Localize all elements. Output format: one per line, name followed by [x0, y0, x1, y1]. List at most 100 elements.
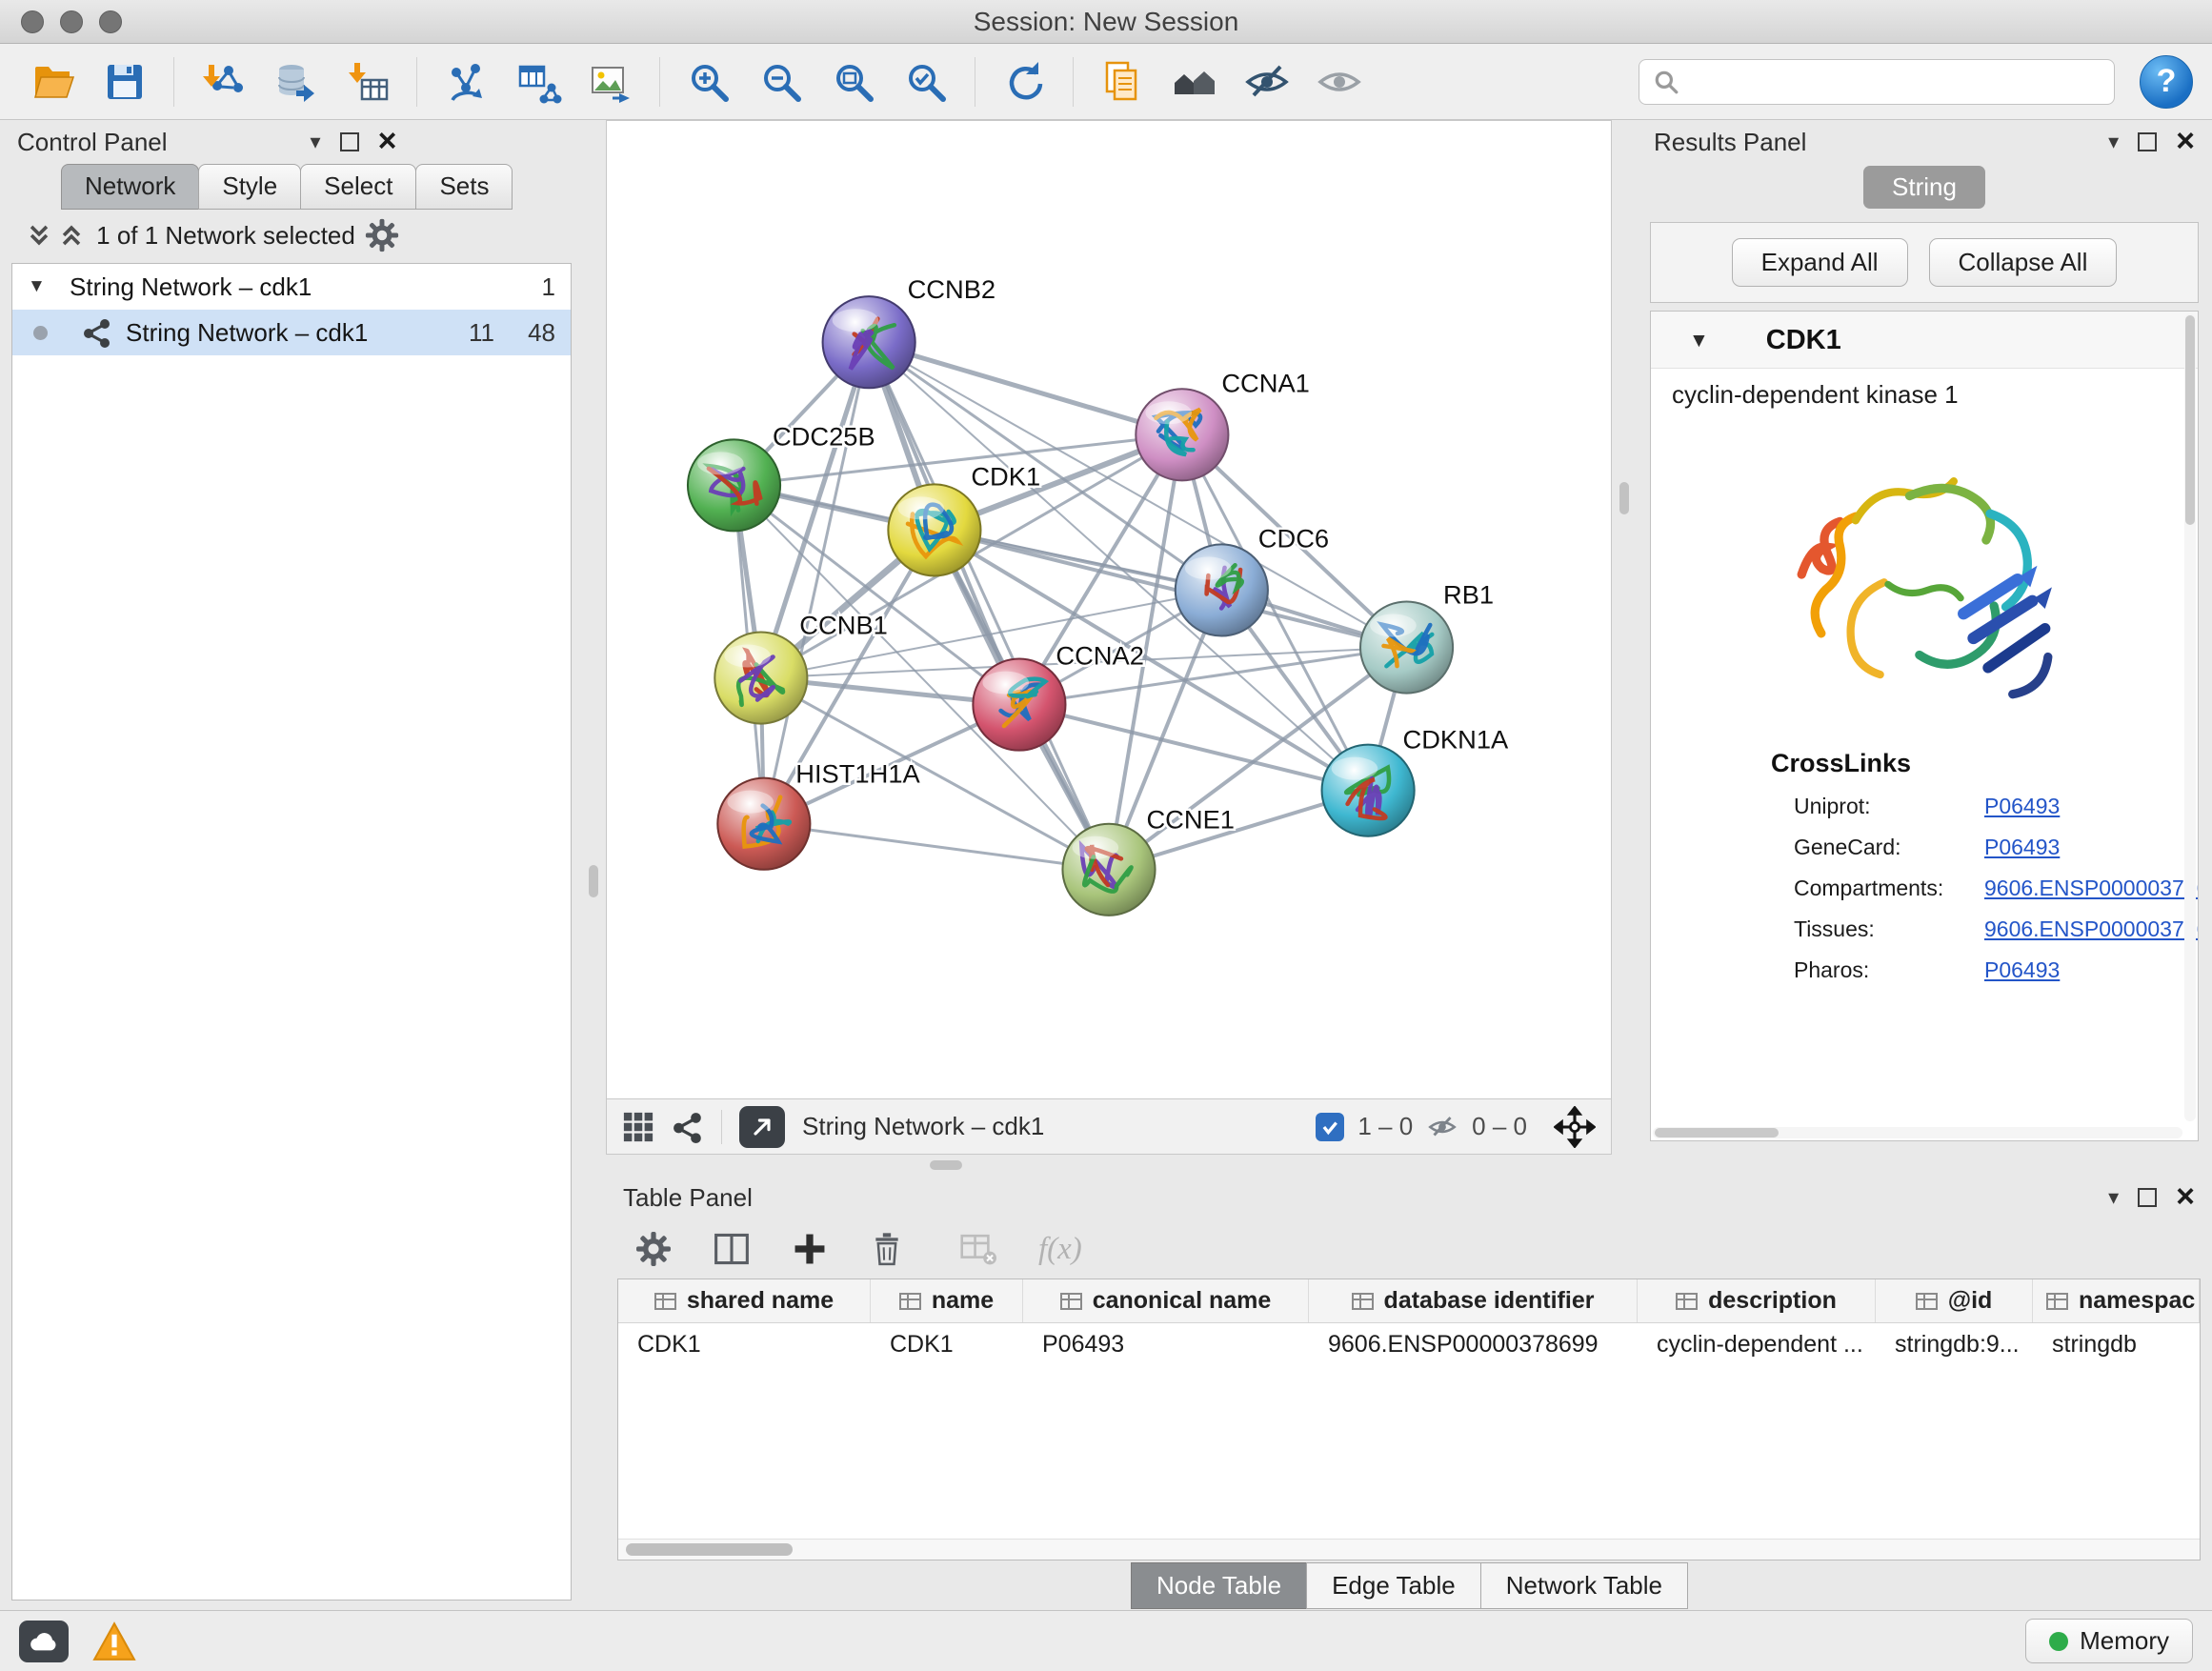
entry-expander-icon[interactable]: ▼	[1689, 330, 1709, 352]
results-horizontal-scrollbar[interactable]	[1653, 1127, 2182, 1138]
apply-layout-button[interactable]	[991, 51, 1057, 112]
tab-node-table[interactable]: Node Table	[1131, 1562, 1307, 1609]
detach-view-button[interactable]	[739, 1106, 785, 1148]
zoom-selected-button[interactable]	[893, 51, 959, 112]
cell-name[interactable]: CDK1	[871, 1331, 1023, 1359]
float-panel-icon[interactable]	[340, 132, 359, 151]
network-node-CDK1[interactable]: CDK1	[888, 462, 1040, 576]
cell-namespac[interactable]: stringdb	[2033, 1331, 2200, 1359]
cell-shared-name[interactable]: CDK1	[618, 1331, 871, 1359]
cell-database-identifier[interactable]: 9606.ENSP00000378699	[1309, 1331, 1638, 1359]
network-canvas-svg[interactable]: CCNB2CCNA1CDC25BCDK1CDC6RB1CCNB1CCNA2CDK…	[607, 121, 1611, 1098]
network-view-icon[interactable]	[672, 1111, 704, 1143]
table-row[interactable]: CDK1CDK1P064939606.ENSP00000378699cyclin…	[618, 1323, 2200, 1365]
panel-menu-icon[interactable]: ▾	[311, 131, 321, 152]
close-panel-icon[interactable]: ×	[378, 129, 397, 154]
network-row[interactable]: String Network – cdk1 11 48	[12, 310, 571, 355]
import-network-from-file-button[interactable]	[190, 51, 256, 112]
float-panel-icon[interactable]	[2138, 1188, 2157, 1207]
network-from-table-button[interactable]	[505, 51, 572, 112]
network-node-HIST1H1A[interactable]: HIST1H1A	[717, 759, 920, 870]
new-network-button[interactable]	[432, 51, 499, 112]
scrollbar-thumb[interactable]	[626, 1543, 793, 1556]
import-network-from-database-button[interactable]	[262, 51, 329, 112]
crosslink-link[interactable]: 9606.ENSP00000378699	[1984, 876, 2198, 901]
column-header-name[interactable]: name	[871, 1279, 1023, 1322]
node-details-header[interactable]: ▼ CDK1	[1651, 312, 2198, 369]
panel-menu-icon[interactable]: ▾	[2108, 131, 2119, 152]
horizontal-splitter[interactable]	[606, 1155, 2212, 1176]
save-session-button[interactable]	[91, 51, 158, 112]
minimize-window-button[interactable]	[60, 10, 83, 33]
edge-CCNB2-HIST1H1A[interactable]	[764, 342, 869, 823]
help-button[interactable]: ?	[2140, 55, 2193, 109]
tab-style[interactable]: Style	[198, 164, 301, 210]
zoom-in-button[interactable]	[675, 51, 742, 112]
collapse-all-button[interactable]: Collapse All	[1929, 238, 2118, 287]
table-settings-button[interactable]	[634, 1230, 673, 1268]
open-session-button[interactable]	[19, 51, 86, 112]
crosslink-link[interactable]: P06493	[1984, 835, 2060, 860]
panel-menu-icon[interactable]: ▾	[2108, 1187, 2119, 1208]
hidden-eye-slash-icon[interactable]	[1426, 1111, 1458, 1143]
close-panel-icon[interactable]: ×	[2176, 1184, 2195, 1210]
column-header-description[interactable]: description	[1638, 1279, 1876, 1322]
splitter-handle[interactable]	[1619, 482, 1629, 514]
network-node-CDKN1A[interactable]: CDKN1A	[1322, 725, 1510, 836]
create-column-button[interactable]	[791, 1230, 829, 1268]
column-header-database-identifier[interactable]: database identifier	[1309, 1279, 1638, 1322]
close-window-button[interactable]	[21, 10, 44, 33]
tab-network-table[interactable]: Network Table	[1480, 1562, 1688, 1609]
import-table-button[interactable]	[334, 51, 401, 112]
zoom-window-button[interactable]	[99, 10, 122, 33]
cloud-status-button[interactable]	[19, 1621, 69, 1662]
results-vertical-scrollbar[interactable]	[2184, 313, 2196, 1121]
edge-HIST1H1A-CCNE1[interactable]	[764, 824, 1109, 870]
close-panel-icon[interactable]: ×	[2176, 129, 2195, 154]
tab-network[interactable]: Network	[61, 164, 199, 210]
hide-annotations-button[interactable]	[1234, 51, 1300, 112]
scrollbar-thumb[interactable]	[2185, 315, 2195, 525]
network-node-CCNA1[interactable]: CCNA1	[1136, 368, 1310, 480]
cell-description[interactable]: cyclin-dependent ...	[1638, 1331, 1876, 1359]
tab-string[interactable]: String	[1863, 166, 1985, 209]
float-panel-icon[interactable]	[2138, 132, 2157, 151]
grid-view-icon[interactable]	[622, 1111, 654, 1143]
crosshair-icon[interactable]	[1554, 1106, 1596, 1148]
left-splitter[interactable]	[581, 120, 606, 1610]
export-image-button[interactable]	[577, 51, 644, 112]
memory-button[interactable]: Memory	[2025, 1619, 2193, 1663]
collapse-all-icon[interactable]	[23, 219, 55, 252]
crosslink-link[interactable]: P06493	[1984, 957, 2060, 983]
tab-edge-table[interactable]: Edge Table	[1306, 1562, 1481, 1609]
warning-icon[interactable]	[91, 1621, 137, 1662]
crosslink-link[interactable]: P06493	[1984, 794, 2060, 819]
edge-CCNB2-CCNE1[interactable]	[869, 342, 1109, 870]
search-input[interactable]	[1689, 68, 2101, 95]
table-horizontal-scrollbar[interactable]	[618, 1539, 2200, 1560]
network-node-CDC6[interactable]: CDC6	[1176, 524, 1329, 636]
delete-column-button[interactable]	[869, 1230, 905, 1268]
network-canvas[interactable]: CCNB2CCNA1CDC25BCDK1CDC6RB1CCNB1CCNA2CDK…	[606, 120, 1612, 1099]
expand-all-button[interactable]: Expand All	[1732, 238, 1908, 287]
selected-checkbox-icon[interactable]	[1316, 1113, 1344, 1141]
network-node-RB1[interactable]: RB1	[1360, 580, 1494, 694]
column-header-id[interactable]: @id	[1876, 1279, 2033, 1322]
network-collection-row[interactable]: ▼ String Network – cdk1 1	[12, 264, 571, 310]
show-annotations-button[interactable]	[1306, 51, 1373, 112]
delete-table-button[interactable]	[958, 1231, 998, 1267]
right-splitter[interactable]	[1612, 120, 1637, 1155]
splitter-handle[interactable]	[930, 1160, 962, 1170]
tab-sets[interactable]: Sets	[415, 164, 513, 210]
zoom-out-button[interactable]	[748, 51, 814, 112]
crosslink-link[interactable]: 9606.ENSP00000378699	[1984, 916, 2198, 942]
column-header-namespac[interactable]: namespac	[2033, 1279, 2200, 1322]
tab-select[interactable]: Select	[300, 164, 416, 210]
expand-all-icon[interactable]	[55, 219, 88, 252]
zoom-fit-button[interactable]	[820, 51, 887, 112]
scrollbar-thumb[interactable]	[1655, 1128, 1779, 1137]
network-node-CCNB1[interactable]: CCNB1	[714, 611, 888, 724]
splitter-handle[interactable]	[589, 865, 598, 897]
column-header-shared-name[interactable]: shared name	[618, 1279, 871, 1322]
tree-expander-icon[interactable]: ▼	[28, 276, 56, 297]
